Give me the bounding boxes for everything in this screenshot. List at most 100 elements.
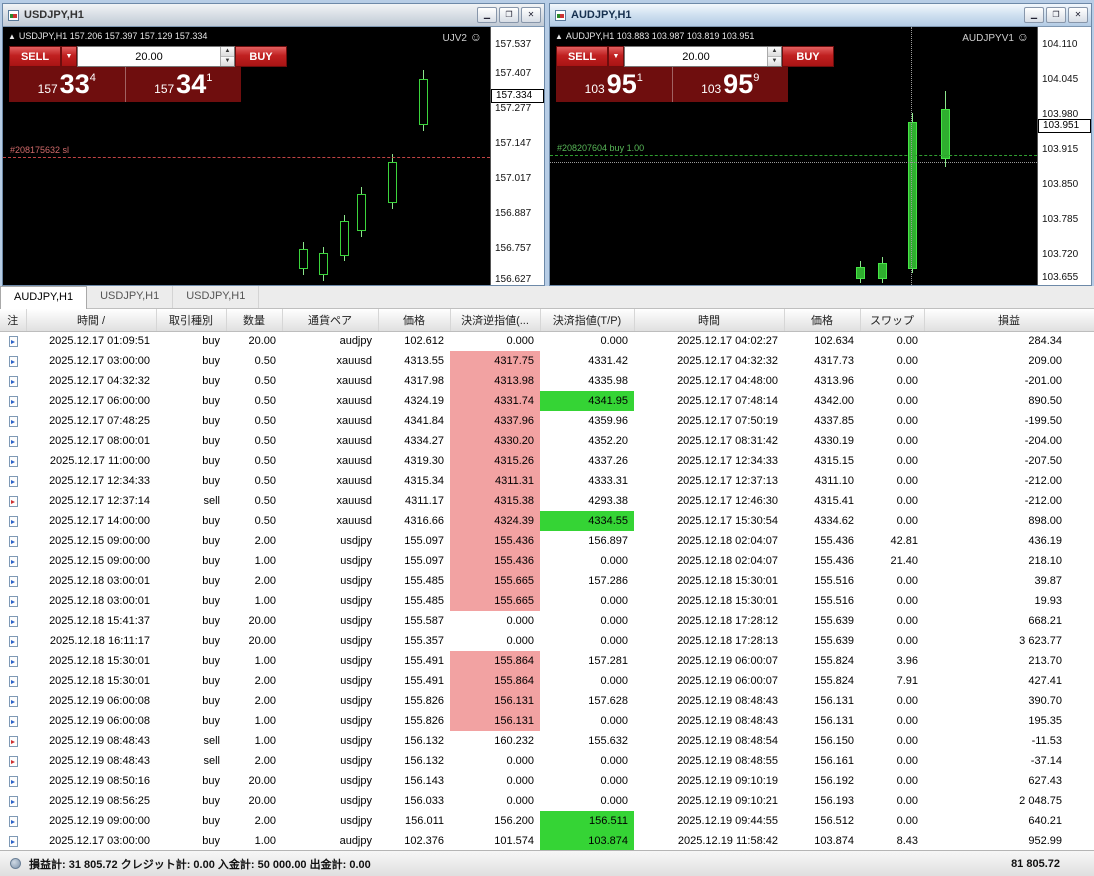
- minimize-button[interactable]: ▁: [477, 7, 497, 23]
- history-row[interactable]: 2025.12.17 14:00:00 buy 0.50 xauusd 4316.66 4…: [0, 511, 1094, 531]
- history-row[interactable]: 2025.12.17 06:00:00 buy 0.50 xauusd 4324.19 4…: [0, 391, 1094, 411]
- column-header-9[interactable]: 時間: [634, 309, 785, 332]
- ea-smiley-icon[interactable]: ☺: [470, 30, 482, 44]
- column-header-1[interactable]: 注: [0, 309, 27, 332]
- column-header-4[interactable]: 数量: [226, 309, 283, 332]
- buy-button[interactable]: BUY: [235, 46, 287, 67]
- buy-order-icon: [0, 631, 26, 651]
- sell-button[interactable]: SELL: [9, 46, 61, 67]
- spinner-down-icon[interactable]: ▼: [768, 57, 781, 66]
- close-button[interactable]: ✕: [521, 7, 541, 23]
- column-header-6[interactable]: 価格: [378, 309, 451, 332]
- volume-dropdown-button[interactable]: ▼: [608, 46, 624, 67]
- usdjpy-title-bar[interactable]: USDJPY,H1 ▁ ❐ ✕: [3, 4, 544, 27]
- history-row[interactable]: 2025.12.19 08:56:25 buy 20.00 usdjpy 156.033…: [0, 791, 1094, 811]
- buy-order-icon: [8, 835, 18, 847]
- column-header-12[interactable]: 損益: [924, 309, 1094, 332]
- price-scale-label: 103.915: [1042, 144, 1079, 155]
- column-header-7[interactable]: 決済逆指値(...: [450, 309, 541, 332]
- history-row[interactable]: 2025.12.19 09:00:00 buy 2.00 usdjpy 156.011 1…: [0, 811, 1094, 831]
- buy-order-icon: [0, 391, 26, 411]
- tab-1-audjpy-h1[interactable]: AUDJPY,H1: [0, 286, 88, 309]
- column-header-5[interactable]: 通貨ペア: [282, 309, 379, 332]
- buy-button[interactable]: BUY: [782, 46, 834, 67]
- volume-spinner[interactable]: ▲ ▼: [220, 47, 234, 66]
- buy-price[interactable]: 157341: [126, 69, 242, 100]
- history-row[interactable]: 2025.12.19 08:48:43 sell 1.00 usdjpy 156.132…: [0, 731, 1094, 751]
- restore-button[interactable]: ❐: [1046, 7, 1066, 23]
- history-row[interactable]: 2025.12.17 04:32:32 buy 0.50 xauusd 4317.98 4…: [0, 371, 1094, 391]
- history-row[interactable]: 2025.12.17 03:00:00 buy 1.00 audjpy 102.376 1…: [0, 831, 1094, 850]
- history-row[interactable]: 2025.12.19 06:00:08 buy 2.00 usdjpy 155.826 1…: [0, 691, 1094, 711]
- history-row[interactable]: 2025.12.17 03:00:00 buy 0.50 xauusd 4313.55 4…: [0, 351, 1094, 371]
- volume: 0.50: [254, 375, 276, 387]
- symbol: usdjpy: [340, 635, 372, 647]
- swap: 0.00: [896, 395, 918, 407]
- sell-price[interactable]: 103951: [556, 69, 672, 100]
- volume: 20.00: [248, 335, 276, 348]
- history-row[interactable]: 2025.12.15 09:00:00 buy 1.00 usdjpy 155.097 1…: [0, 551, 1094, 571]
- column-header-11[interactable]: スワップ: [860, 309, 925, 332]
- close-price: 4317.73: [814, 355, 854, 367]
- price-quote-row: 103951 103959: [556, 67, 788, 102]
- history-row[interactable]: 2025.12.18 03:00:01 buy 1.00 usdjpy 155.485 1…: [0, 591, 1094, 611]
- volume: 0.50: [254, 395, 276, 407]
- column-header-10[interactable]: 価格: [784, 309, 861, 332]
- history-row[interactable]: 2025.12.17 11:00:00 buy 0.50 xauusd 4319.30 4…: [0, 451, 1094, 471]
- usdjpy-plot[interactable]: ▲ USDJPY,H1 157.206 157.397 157.129 157.3…: [3, 27, 490, 285]
- history-row[interactable]: 2025.12.19 08:48:43 sell 2.00 usdjpy 156.132…: [0, 751, 1094, 771]
- history-row[interactable]: 2025.12.17 08:00:01 buy 0.50 xauusd 4334.27 4…: [0, 431, 1094, 451]
- history-row[interactable]: 2025.12.18 15:30:01 buy 1.00 usdjpy 155.491 1…: [0, 651, 1094, 671]
- close-time: 2025.12.17 15:30:54: [677, 515, 778, 527]
- history-row[interactable]: 2025.12.17 01:09:51 buy 20.00 audjpy 102.612…: [0, 331, 1094, 351]
- history-row[interactable]: 2025.12.17 12:34:33 buy 0.50 xauusd 4315.34 4…: [0, 471, 1094, 491]
- open-price: 102.376: [404, 835, 444, 847]
- stop-loss: 0.000: [506, 615, 534, 627]
- close-time: 2025.12.17 12:46:30: [677, 495, 778, 507]
- volume-spinner[interactable]: ▲ ▼: [767, 47, 781, 66]
- spinner-up-icon[interactable]: ▲: [221, 47, 234, 57]
- history-row[interactable]: 2025.12.17 12:37:14 sell 0.50 xauusd 4311.17…: [0, 491, 1094, 511]
- history-row[interactable]: 2025.12.18 03:00:01 buy 2.00 usdjpy 155.485 1…: [0, 571, 1094, 591]
- history-row[interactable]: 2025.12.19 06:00:08 buy 1.00 usdjpy 155.826 1…: [0, 711, 1094, 731]
- profit: -199.50: [1024, 415, 1062, 427]
- close-button[interactable]: ✕: [1068, 7, 1088, 23]
- history-row[interactable]: 2025.12.18 15:30:01 buy 2.00 usdjpy 155.491 1…: [0, 671, 1094, 691]
- take-profit: 4333.31: [588, 475, 628, 487]
- sell-price[interactable]: 157334: [9, 69, 125, 100]
- close-time: 2025.12.17 04:48:00: [677, 375, 778, 387]
- history-row[interactable]: 2025.12.18 15:41:37 buy 20.00 usdjpy 155.587…: [0, 611, 1094, 631]
- audjpy-title-bar[interactable]: AUDJPY,H1 ▁ ❐ ✕: [550, 4, 1091, 27]
- volume-input[interactable]: [78, 47, 220, 66]
- spinner-down-icon[interactable]: ▼: [221, 57, 234, 66]
- symbol: usdjpy: [340, 535, 372, 547]
- volume: 1.00: [254, 735, 276, 747]
- open-time: 2025.12.18 16:11:17: [49, 635, 150, 647]
- column-header-2[interactable]: 時間 /: [26, 309, 157, 332]
- audjpy-plot[interactable]: ▲ AUDJPY,H1 103.883 103.987 103.819 103.9…: [550, 27, 1037, 285]
- tab-2-usdjpy-h1[interactable]: USDJPY,H1: [87, 286, 174, 308]
- volume: 20.00: [248, 775, 276, 787]
- restore-button[interactable]: ❐: [499, 7, 519, 23]
- history-row[interactable]: 2025.12.18 16:11:17 buy 20.00 usdjpy 155.357…: [0, 631, 1094, 651]
- volume-dropdown-button[interactable]: ▼: [61, 46, 77, 67]
- volume-input[interactable]: [625, 47, 767, 66]
- buy-order-icon: [0, 511, 26, 531]
- take-profit: 0.000: [600, 795, 628, 807]
- usdjpy-price-scale[interactable]: 157.537 157.407 157.277 157.147 157.017 156.8…: [490, 27, 544, 285]
- history-row[interactable]: 2025.12.17 07:48:25 buy 0.50 xauusd 4341.84 4…: [0, 411, 1094, 431]
- ea-smiley-icon[interactable]: ☺: [1017, 30, 1029, 44]
- buy-price[interactable]: 103959: [673, 69, 789, 100]
- buy-order-icon: [8, 455, 18, 467]
- column-header-3[interactable]: 取引種別: [156, 309, 227, 332]
- tab-3-usdjpy-h1[interactable]: USDJPY,H1: [173, 286, 260, 308]
- spinner-up-icon[interactable]: ▲: [768, 47, 781, 57]
- history-row[interactable]: 2025.12.15 09:00:00 buy 2.00 usdjpy 155.097 1…: [0, 531, 1094, 551]
- profit: 627.43: [1028, 775, 1062, 787]
- column-header-8[interactable]: 決済指値(T/P): [540, 309, 635, 332]
- sell-button[interactable]: SELL: [556, 46, 608, 67]
- minimize-button[interactable]: ▁: [1024, 7, 1044, 23]
- history-row[interactable]: 2025.12.19 08:50:16 buy 20.00 usdjpy 156.143…: [0, 771, 1094, 791]
- audjpy-price-scale[interactable]: 104.110 104.045 103.980 103.915 103.850 103.7…: [1037, 27, 1091, 285]
- close-time: 2025.12.17 07:50:19: [677, 415, 778, 427]
